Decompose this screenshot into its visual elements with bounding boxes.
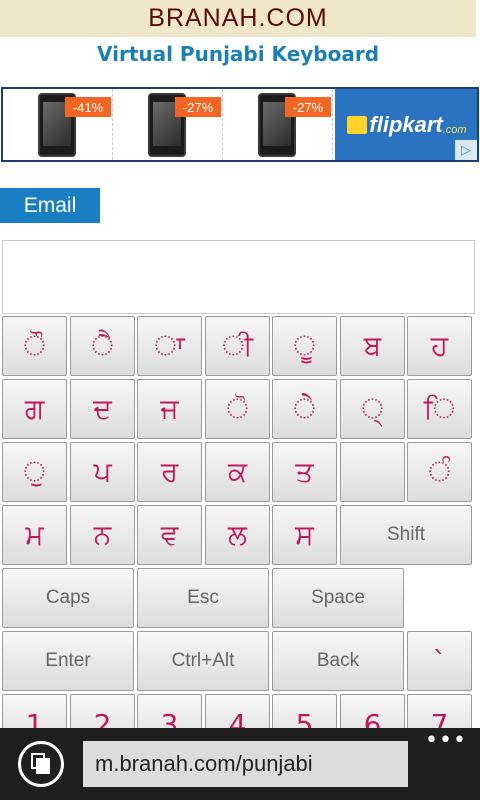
key-e-matra[interactable]: ੇ: [272, 379, 337, 439]
key-sa[interactable]: ਸ: [272, 505, 337, 565]
key-ma[interactable]: ਮ: [2, 505, 67, 565]
key-la[interactable]: ਲ: [205, 505, 270, 565]
key-ta[interactable]: ਤ: [272, 442, 337, 502]
tabs-icon[interactable]: [18, 741, 64, 787]
key-ba[interactable]: ਬ: [340, 316, 405, 376]
key-tippi[interactable]: ੰ: [407, 442, 472, 502]
key-blank[interactable]: [340, 442, 405, 502]
virtual-keyboard: ੌ ੈ ਾ ੀ ੂ ਬ ਹ ਗ ਦ ਜ ੋ ੇ ੍ ਿ ੁ ਪ ਰ ਕ ਤ ੰ …: [0, 0, 480, 800]
address-bar[interactable]: m.branah.com/punjabi: [83, 741, 408, 787]
key-ra[interactable]: ਰ: [137, 442, 202, 502]
ctrl-alt-key[interactable]: Ctrl+Alt: [137, 631, 269, 691]
space-key[interactable]: Space: [272, 568, 404, 628]
shift-key[interactable]: Shift: [340, 505, 472, 565]
key-ai-matra[interactable]: ੈ: [70, 316, 135, 376]
more-options-icon[interactable]: •••: [425, 728, 466, 753]
key-uu-matra[interactable]: ੂ: [272, 316, 337, 376]
key-ja[interactable]: ਜ: [137, 379, 202, 439]
key-va[interactable]: ਵ: [137, 505, 202, 565]
key-o-matra[interactable]: ੋ: [205, 379, 270, 439]
caps-key[interactable]: Caps: [2, 568, 134, 628]
key-i-matra[interactable]: ਿ: [407, 379, 472, 439]
key-na[interactable]: ਨ: [70, 505, 135, 565]
key-virama[interactable]: ੍: [340, 379, 405, 439]
backtick-key[interactable]: `: [407, 631, 472, 691]
key-ga[interactable]: ਗ: [2, 379, 67, 439]
key-u-matra[interactable]: ੁ: [2, 442, 67, 502]
key-ii-matra[interactable]: ੀ: [205, 316, 270, 376]
enter-key[interactable]: Enter: [2, 631, 134, 691]
key-au-matra[interactable]: ੌ: [2, 316, 67, 376]
esc-key[interactable]: Esc: [137, 568, 269, 628]
back-key[interactable]: Back: [272, 631, 404, 691]
key-ka[interactable]: ਕ: [205, 442, 270, 502]
key-aa-matra[interactable]: ਾ: [137, 316, 202, 376]
key-pa[interactable]: ਪ: [70, 442, 135, 502]
key-ha[interactable]: ਹ: [407, 316, 472, 376]
key-da[interactable]: ਦ: [70, 379, 135, 439]
